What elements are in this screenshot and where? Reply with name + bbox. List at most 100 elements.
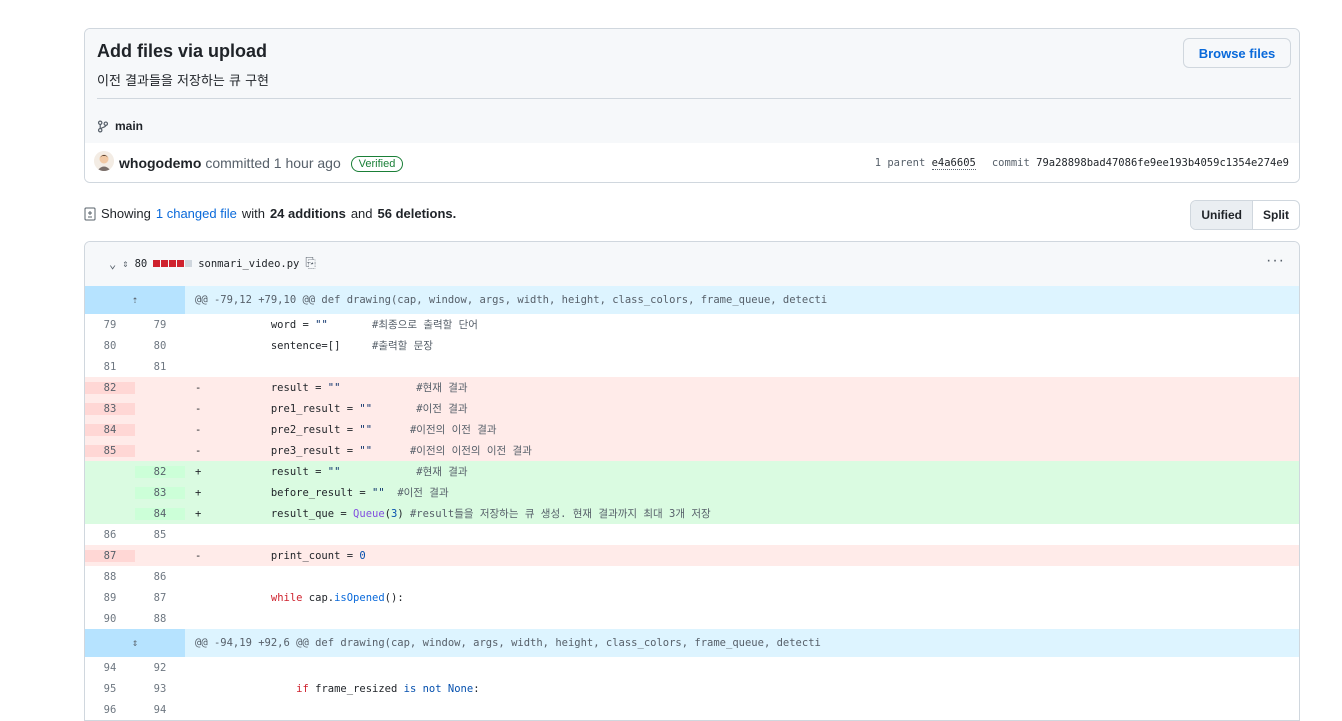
code-text: print_count = 0 (201, 549, 366, 562)
avatar-image (94, 151, 114, 171)
code-text: sentence=[] #출력할 문장 (201, 340, 433, 352)
split-button[interactable]: Split (1253, 201, 1299, 229)
expand-up-icon[interactable]: ⇡ (85, 286, 185, 314)
code-text: pre3_result = "" #이전의 이전의 이전 결과 (201, 445, 532, 457)
diff-view-toggle: Unified Split (1190, 200, 1300, 230)
hunk-text: @@ -79,12 +79,10 @@ def drawing(cap, win… (195, 294, 828, 306)
branch-indicator[interactable]: main (97, 119, 143, 133)
code-line: + result = "" #현재 결과 (185, 464, 1299, 479)
new-line-number[interactable]: 88 (135, 613, 185, 625)
old-line-number[interactable]: 85 (85, 444, 135, 457)
diffstat-block (185, 260, 193, 267)
old-line-number[interactable]: 81 (85, 361, 135, 373)
commit-box: Add files via upload 이전 결과들을 저장하는 큐 구현 B… (84, 28, 1300, 183)
code-line: word = "" #최종으로 출력할 단어 (185, 317, 1299, 332)
context-line: 88 86 (85, 566, 1299, 587)
context-line: 95 93 if frame_resized is not None: (85, 678, 1299, 699)
file-header-info: ⌄ ⇕ 80 sonmari_video.py ⎘ (109, 256, 316, 271)
old-line-number[interactable]: 86 (85, 529, 135, 541)
file-diff: ⌄ ⇕ 80 sonmari_video.py ⎘ ··· ⇡ @@ -79,1… (84, 241, 1300, 721)
context-line: 94 92 (85, 657, 1299, 678)
author-line: whogodemo committed 1 hour ago Verified (119, 155, 404, 172)
old-line-number[interactable]: 82 (85, 381, 135, 394)
new-line-number[interactable]: 80 (135, 340, 185, 352)
changed-files-link[interactable]: 1 changed file (156, 206, 237, 221)
chevron-down-icon[interactable]: ⌄ (109, 257, 116, 271)
code-text: pre1_result = "" #이전 결과 (201, 403, 468, 415)
additions-count: 24 additions (269, 206, 346, 221)
diffstat (153, 260, 193, 267)
context-line: 81 81 (85, 356, 1299, 377)
code-line: while cap.isOpened(): (185, 592, 1299, 604)
added-line: 84 + result_que = Queue(3) #result들을 저장하는… (85, 503, 1299, 524)
author-name[interactable]: whogodemo (119, 155, 201, 171)
code-text: word = "" #최종으로 출력할 단어 (201, 319, 478, 331)
old-line-number[interactable]: 89 (85, 592, 135, 604)
code-text: if frame_resized is not None: (296, 682, 480, 695)
new-line-number[interactable]: 92 (135, 662, 185, 674)
new-line-number[interactable]: 93 (135, 683, 185, 695)
expand-both-icon[interactable]: ⇕ (85, 629, 185, 657)
code-line: + before_result = "" #이전 결과 (185, 485, 1299, 500)
and-text: and (350, 206, 373, 221)
new-line-number[interactable]: 87 (135, 592, 185, 604)
context-line: 79 79 word = "" #최종으로 출력할 단어 (85, 314, 1299, 335)
new-line-number[interactable]: 83 (135, 486, 185, 499)
new-line-number[interactable]: 79 (135, 319, 185, 331)
more-options-button[interactable]: ··· (1266, 252, 1285, 270)
new-line-number[interactable]: 85 (135, 529, 185, 541)
old-line-number[interactable]: 79 (85, 319, 135, 331)
commit-info: commit 79a28898bad47086fe9ee193b4059c135… (992, 157, 1289, 169)
deleted-line: 85 - pre3_result = "" #이전의 이전의 이전 결과 (85, 440, 1299, 461)
diffstat-block (161, 260, 169, 267)
file-name[interactable]: sonmari_video.py (198, 258, 299, 270)
hunk-text: @@ -94,19 +92,6 @@ def drawing(cap, wind… (195, 637, 821, 649)
added-line: 83 + before_result = "" #이전 결과 (85, 482, 1299, 503)
old-line-number[interactable]: 83 (85, 402, 135, 415)
change-count: 80 (134, 257, 148, 270)
new-line-number[interactable]: 82 (135, 465, 185, 478)
commit-title: Add files via upload (97, 41, 268, 61)
old-line-number[interactable]: 94 (85, 662, 135, 674)
showing-text: Showing (101, 206, 151, 221)
commit-sha: 79a28898bad47086fe9ee193b4059c1354e274e9 (1036, 157, 1289, 169)
committed-time: committed 1 hour ago (205, 155, 341, 171)
old-line-number[interactable]: 84 (85, 423, 135, 436)
context-line: 86 85 (85, 524, 1299, 545)
verified-badge[interactable]: Verified (350, 156, 404, 172)
parent-sha-link[interactable]: e4a6605 (931, 157, 976, 170)
sha-area: 1 parent e4a6605 commit 79a28898bad47086… (875, 157, 1289, 170)
diff-block: 94 92 95 93 if frame_resized is not None: 9… (85, 657, 1299, 720)
code-text: pre2_result = "" #이전의 이전 결과 (201, 424, 497, 436)
added-line: 82 + result = "" #현재 결과 (85, 461, 1299, 482)
context-line: 89 87 while cap.isOpened(): (85, 587, 1299, 608)
new-line-number[interactable]: 84 (135, 507, 185, 520)
expand-all-icon[interactable]: ⇕ (122, 258, 128, 270)
browse-files-button[interactable]: Browse files (1183, 38, 1291, 68)
old-line-number[interactable]: 88 (85, 571, 135, 583)
copy-icon[interactable]: ⎘ (305, 256, 315, 271)
old-line-number[interactable]: 95 (85, 683, 135, 695)
diff-block: 79 79 word = "" #최종으로 출력할 단어 80 80 sentence… (85, 314, 1299, 629)
new-line-number[interactable]: 81 (135, 361, 185, 373)
new-line-number[interactable]: 86 (135, 571, 185, 583)
avatar[interactable] (94, 151, 114, 171)
old-line-number[interactable]: 87 (85, 549, 135, 562)
file-diff-icon (84, 207, 96, 220)
context-line: 90 88 (85, 608, 1299, 629)
hunk-header: ⇕ @@ -94,19 +92,6 @@ def drawing(cap, wi… (85, 629, 1299, 657)
code-line (185, 662, 1299, 674)
code-line: sentence=[] #출력할 문장 (185, 338, 1299, 353)
old-line-number[interactable]: 90 (85, 613, 135, 625)
old-line-number[interactable]: 80 (85, 340, 135, 352)
unified-button[interactable]: Unified (1191, 201, 1253, 229)
commit-meta: whogodemo committed 1 hour ago Verified … (85, 143, 1299, 182)
hunk-header: ⇡ @@ -79,12 +79,10 @@ def drawing(cap, w… (85, 286, 1299, 314)
code-line: + result_que = Queue(3) #result들을 저장하는 큐… (185, 506, 1299, 521)
commit-description: 이전 결과들을 저장하는 큐 구현 (97, 74, 270, 89)
code-line: - result = "" #현재 결과 (185, 380, 1299, 395)
context-line: 80 80 sentence=[] #출력할 문장 (85, 335, 1299, 356)
